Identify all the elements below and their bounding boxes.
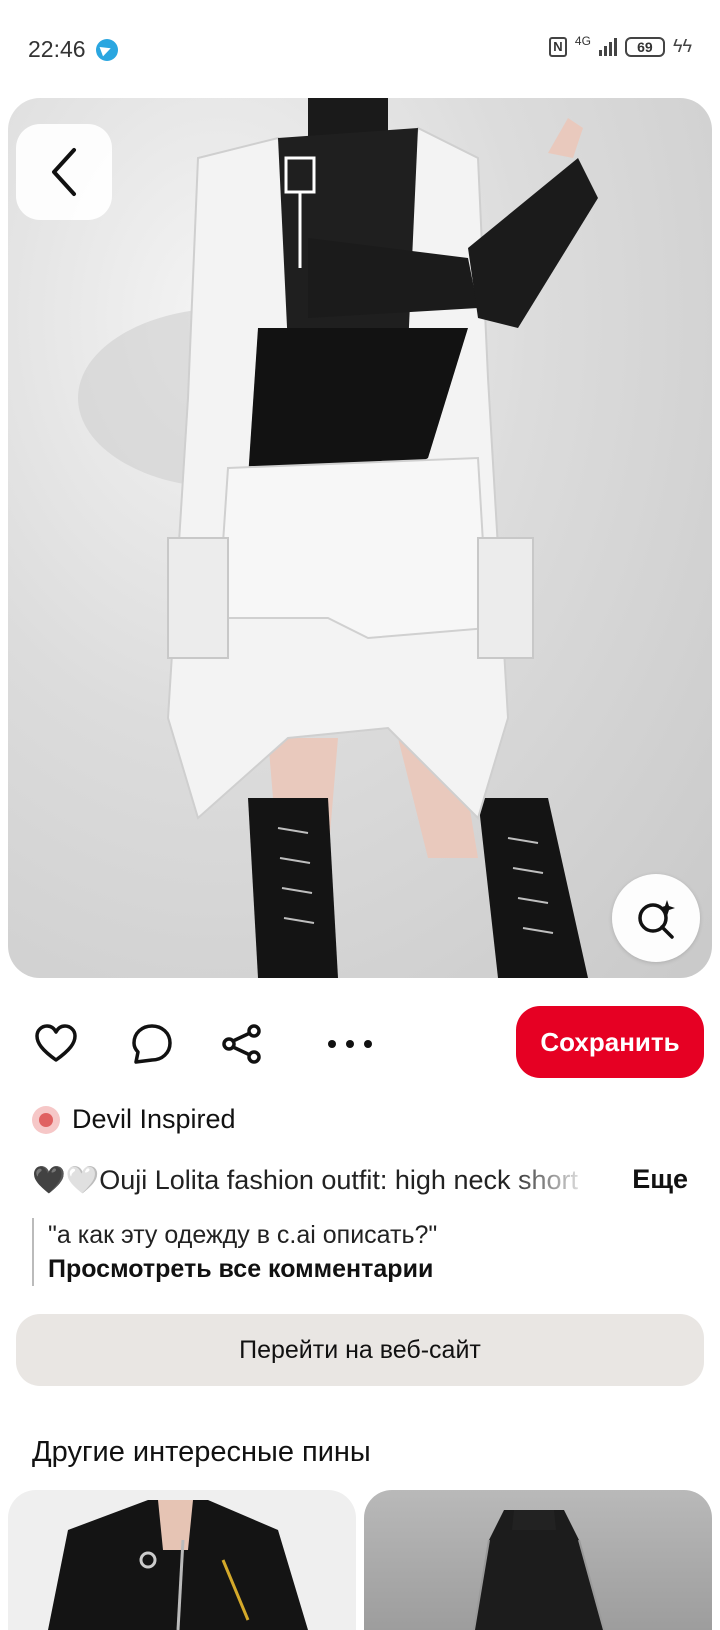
chevron-left-icon [52, 148, 76, 196]
status-time: 22:46 [28, 36, 86, 62]
related-pin-image [473, 1510, 605, 1630]
author-name: Devil Inspired [72, 1104, 236, 1134]
back-button[interactable] [16, 124, 112, 220]
related-pin[interactable] [8, 1490, 356, 1630]
charging-icon: ϟϟ [672, 36, 692, 56]
related-pin-image [48, 1500, 308, 1630]
telegram-icon [96, 39, 118, 61]
outfit-illustration [78, 98, 598, 978]
more-options-button[interactable] [326, 1020, 374, 1068]
comment-preview[interactable]: "а как эту одежду в c.ai описать?" Просм… [32, 1218, 437, 1286]
network-type: 4G [574, 33, 591, 48]
author-avatar [32, 1105, 60, 1134]
pin-image[interactable] [8, 98, 712, 978]
view-all-comments-link[interactable]: Просмотреть все комментарии [48, 1252, 437, 1286]
share-button[interactable] [218, 1020, 266, 1068]
status-bar: 22:46 N 4G 69 ϟϟ [0, 0, 720, 96]
pin-description: 🖤🤍Ouji Lolita fashion outfit: high neck … [32, 1165, 579, 1195]
ellipsis-icon [328, 1040, 372, 1048]
pin-actions: Сохранить [0, 1006, 720, 1080]
related-pins-title: Другие интересные пины [32, 1436, 371, 1468]
comment-bubble-icon [132, 1024, 172, 1064]
lens-search-icon [638, 900, 675, 939]
comment-text: "а как эту одежду в c.ai описать?" [48, 1221, 438, 1249]
related-pin[interactable] [364, 1490, 712, 1630]
save-button[interactable]: Сохранить [516, 1006, 704, 1078]
comment-button[interactable] [128, 1020, 176, 1068]
visual-search-button[interactable] [612, 874, 700, 962]
signal-icon [598, 37, 617, 56]
heart-icon [35, 1024, 77, 1062]
status-icons: N 4G 69 ϟϟ [548, 33, 692, 57]
nfc-icon: N [548, 36, 567, 57]
pin-author[interactable]: Devil Inspired [32, 1104, 236, 1135]
visit-website-button[interactable]: Перейти на веб-сайт [16, 1314, 704, 1386]
share-icon [222, 1024, 261, 1064]
more-link[interactable]: Еще [632, 1164, 688, 1195]
like-button[interactable] [32, 1020, 80, 1068]
battery-indicator: 69 [624, 36, 665, 57]
